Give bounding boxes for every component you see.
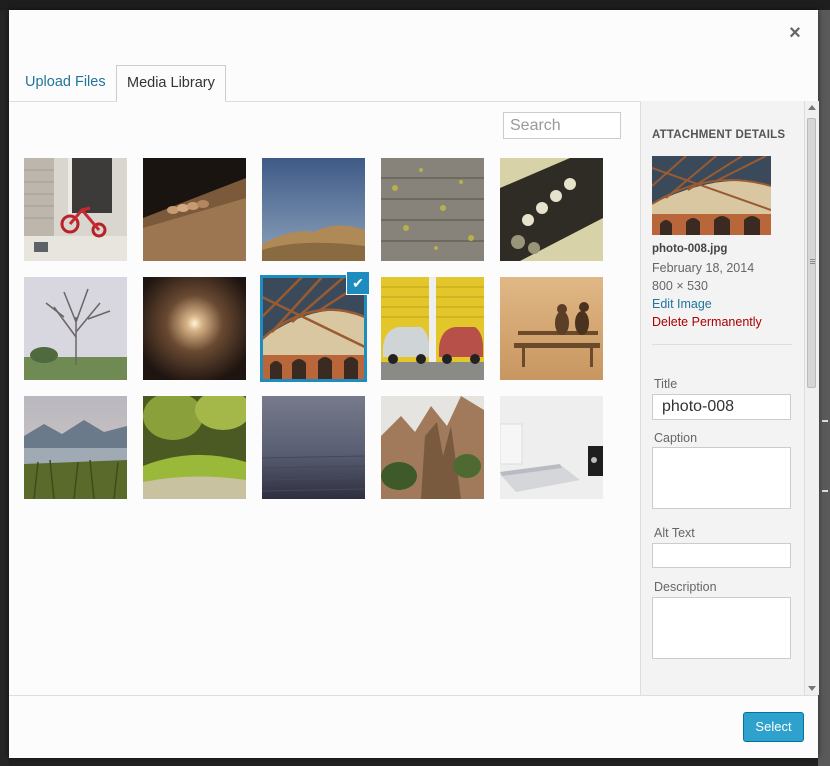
attachment-thumbnail[interactable] — [24, 158, 127, 261]
edit-image-link[interactable]: Edit Image — [652, 297, 712, 311]
checkmark-icon[interactable]: ✔ — [346, 271, 370, 295]
attachment-filename: photo-008.jpg — [652, 243, 728, 255]
title-label: Title — [654, 377, 678, 391]
description-textarea[interactable] — [652, 597, 791, 659]
close-icon[interactable]: × — [784, 22, 806, 44]
attachment-dimensions: 800 × 530 — [652, 279, 708, 293]
attachment-thumbnail[interactable] — [24, 277, 127, 380]
admin-bar-backdrop — [0, 0, 830, 10]
attachment-thumbnail[interactable] — [381, 396, 484, 499]
attachment-thumbnail[interactable] — [500, 158, 603, 261]
attachments-browser: ✔ — [9, 101, 639, 695]
page-scrollbar-backdrop — [818, 10, 830, 766]
alt-text-label: Alt Text — [654, 526, 695, 540]
attachment-thumbnail[interactable] — [381, 158, 484, 261]
tab-media-library[interactable]: Media Library — [116, 65, 226, 102]
scrollbar-thumb[interactable] — [807, 118, 816, 388]
attachment-thumbnail[interactable] — [500, 396, 603, 499]
admin-menu-backdrop — [0, 10, 9, 766]
media-router-tabs: Upload Files Media Library — [9, 65, 818, 102]
media-modal: × Upload Files Media Library Search ✔ AT… — [9, 10, 819, 758]
divider — [652, 344, 792, 345]
alt-text-input[interactable] — [652, 543, 791, 568]
media-toolbar: Select — [9, 695, 818, 758]
attachment-thumbnail[interactable] — [143, 396, 246, 499]
title-input[interactable] — [652, 394, 791, 420]
attachment-details-heading: ATTACHMENT DETAILS — [652, 129, 786, 141]
attachment-thumbnail[interactable] — [262, 396, 365, 499]
attachment-thumbnail[interactable] — [143, 277, 246, 380]
attachment-preview-image — [652, 156, 771, 235]
attachment-thumbnail[interactable] — [143, 158, 246, 261]
page-backdrop-bottom — [9, 757, 818, 766]
search-input[interactable] — [503, 112, 621, 139]
select-button[interactable]: Select — [743, 712, 804, 742]
grip-icon — [810, 259, 815, 260]
scroll-up-arrow-icon[interactable] — [808, 105, 816, 110]
tab-upload-files[interactable]: Upload Files — [15, 65, 116, 99]
caption-label: Caption — [654, 431, 698, 445]
attachment-upload-date: February 18, 2014 — [652, 261, 755, 275]
description-label: Description — [654, 580, 717, 594]
sidebar-scrollbar[interactable] — [804, 101, 819, 695]
attachment-thumbnail[interactable] — [381, 277, 484, 380]
caption-textarea[interactable] — [652, 447, 791, 509]
attachment-thumbnail[interactable] — [24, 396, 127, 499]
attachment-details-sidebar: ATTACHMENT DETAILS photo-008.jpg Februar… — [640, 101, 819, 695]
backdrop-mark — [822, 420, 828, 422]
scroll-down-arrow-icon[interactable] — [808, 686, 816, 691]
delete-permanently-link[interactable]: Delete Permanently — [652, 315, 762, 329]
attachment-thumbnail[interactable] — [500, 277, 603, 380]
backdrop-mark — [822, 490, 828, 492]
attachment-thumbnail[interactable] — [262, 158, 365, 261]
